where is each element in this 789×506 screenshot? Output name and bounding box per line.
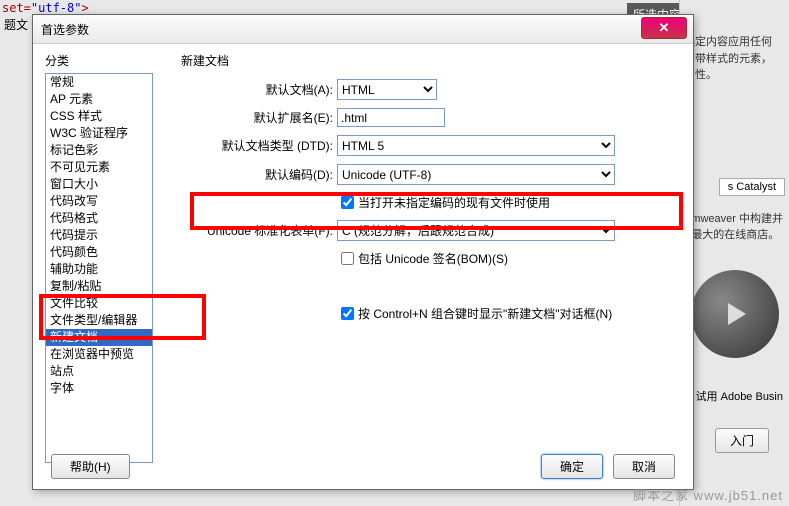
play-icon <box>728 303 746 325</box>
category-item[interactable]: 辅助功能 <box>46 261 152 278</box>
encoding-label: 默认编码(D): <box>181 166 337 183</box>
default-ext-label: 默认扩展名(E): <box>181 109 337 126</box>
ctrl-n-checkbox[interactable] <box>341 307 354 320</box>
bom-checkbox-label: 包括 Unicode 签名(BOM)(S) <box>358 250 508 267</box>
section-title: 新建文档 <box>181 52 679 69</box>
category-item[interactable]: 文件比较 <box>46 295 152 312</box>
category-item[interactable]: 新建文档 <box>46 329 152 346</box>
cancel-button[interactable]: 取消 <box>613 454 675 479</box>
category-item[interactable]: 代码提示 <box>46 227 152 244</box>
category-item[interactable]: 文件类型/编辑器 <box>46 312 152 329</box>
category-item[interactable]: 在浏览器中预览 <box>46 346 152 363</box>
category-item[interactable]: 不可见元素 <box>46 159 152 176</box>
dtd-label: 默认文档类型 (DTD): <box>181 137 337 154</box>
normalization-select[interactable]: C (规范分解，后跟规范合成) <box>337 220 615 241</box>
get-started-button[interactable]: 入门 <box>715 428 769 453</box>
encoding-checkbox[interactable] <box>341 196 354 209</box>
category-item[interactable]: 复制/粘贴 <box>46 278 152 295</box>
ok-button[interactable]: 确定 <box>541 454 603 479</box>
close-icon: ✕ <box>659 20 670 36</box>
category-item[interactable]: CSS 样式 <box>46 108 152 125</box>
categories-label: 分类 <box>45 52 163 69</box>
bg-catalyst-label: s Catalyst <box>719 178 785 196</box>
categories-list[interactable]: 常规AP 元素CSS 样式W3C 验证程序标记色彩不可见元素窗口大小代码改写代码… <box>45 73 153 463</box>
code-snippet: set="utf-8"> <box>2 1 89 15</box>
play-circle[interactable] <box>691 270 779 358</box>
category-item[interactable]: 代码改写 <box>46 193 152 210</box>
dialog-title: 首选参数 <box>41 21 89 38</box>
category-item[interactable]: W3C 验证程序 <box>46 125 152 142</box>
category-item[interactable]: 站点 <box>46 363 152 380</box>
category-item[interactable]: 常规 <box>46 74 152 91</box>
category-item[interactable]: 标记色彩 <box>46 142 152 159</box>
help-button[interactable]: 帮助(H) <box>51 454 130 479</box>
category-item[interactable]: 窗口大小 <box>46 176 152 193</box>
category-item[interactable]: 代码颜色 <box>46 244 152 261</box>
preferences-dialog: 首选参数 ✕ 分类 常规AP 元素CSS 样式W3C 验证程序标记色彩不可见元素… <box>32 14 694 490</box>
doc-title-label: 题文 <box>4 16 28 33</box>
dialog-titlebar[interactable]: 首选参数 ✕ <box>33 15 693 44</box>
encoding-checkbox-label: 当打开未指定编码的现有文件时使用 <box>358 194 550 211</box>
category-item[interactable]: AP 元素 <box>46 91 152 108</box>
watermark: 脚本之家 www.jb51.net <box>633 485 783 504</box>
close-button[interactable]: ✕ <box>641 17 687 39</box>
dtd-select[interactable]: HTML 5 <box>337 135 615 156</box>
category-item[interactable]: 代码格式 <box>46 210 152 227</box>
category-item[interactable]: 字体 <box>46 380 152 397</box>
ctrl-n-checkbox-label: 按 Control+N 组合键时显示"新建文档"对话框(N) <box>358 305 612 322</box>
default-ext-input[interactable] <box>337 108 445 127</box>
bom-checkbox[interactable] <box>341 252 354 265</box>
encoding-select[interactable]: Unicode (UTF-8) <box>337 164 615 185</box>
normalization-label: Unicode 标准化表单(F): <box>181 222 337 239</box>
default-doc-label: 默认文档(A): <box>181 81 337 98</box>
default-doc-select[interactable]: HTML <box>337 79 437 100</box>
